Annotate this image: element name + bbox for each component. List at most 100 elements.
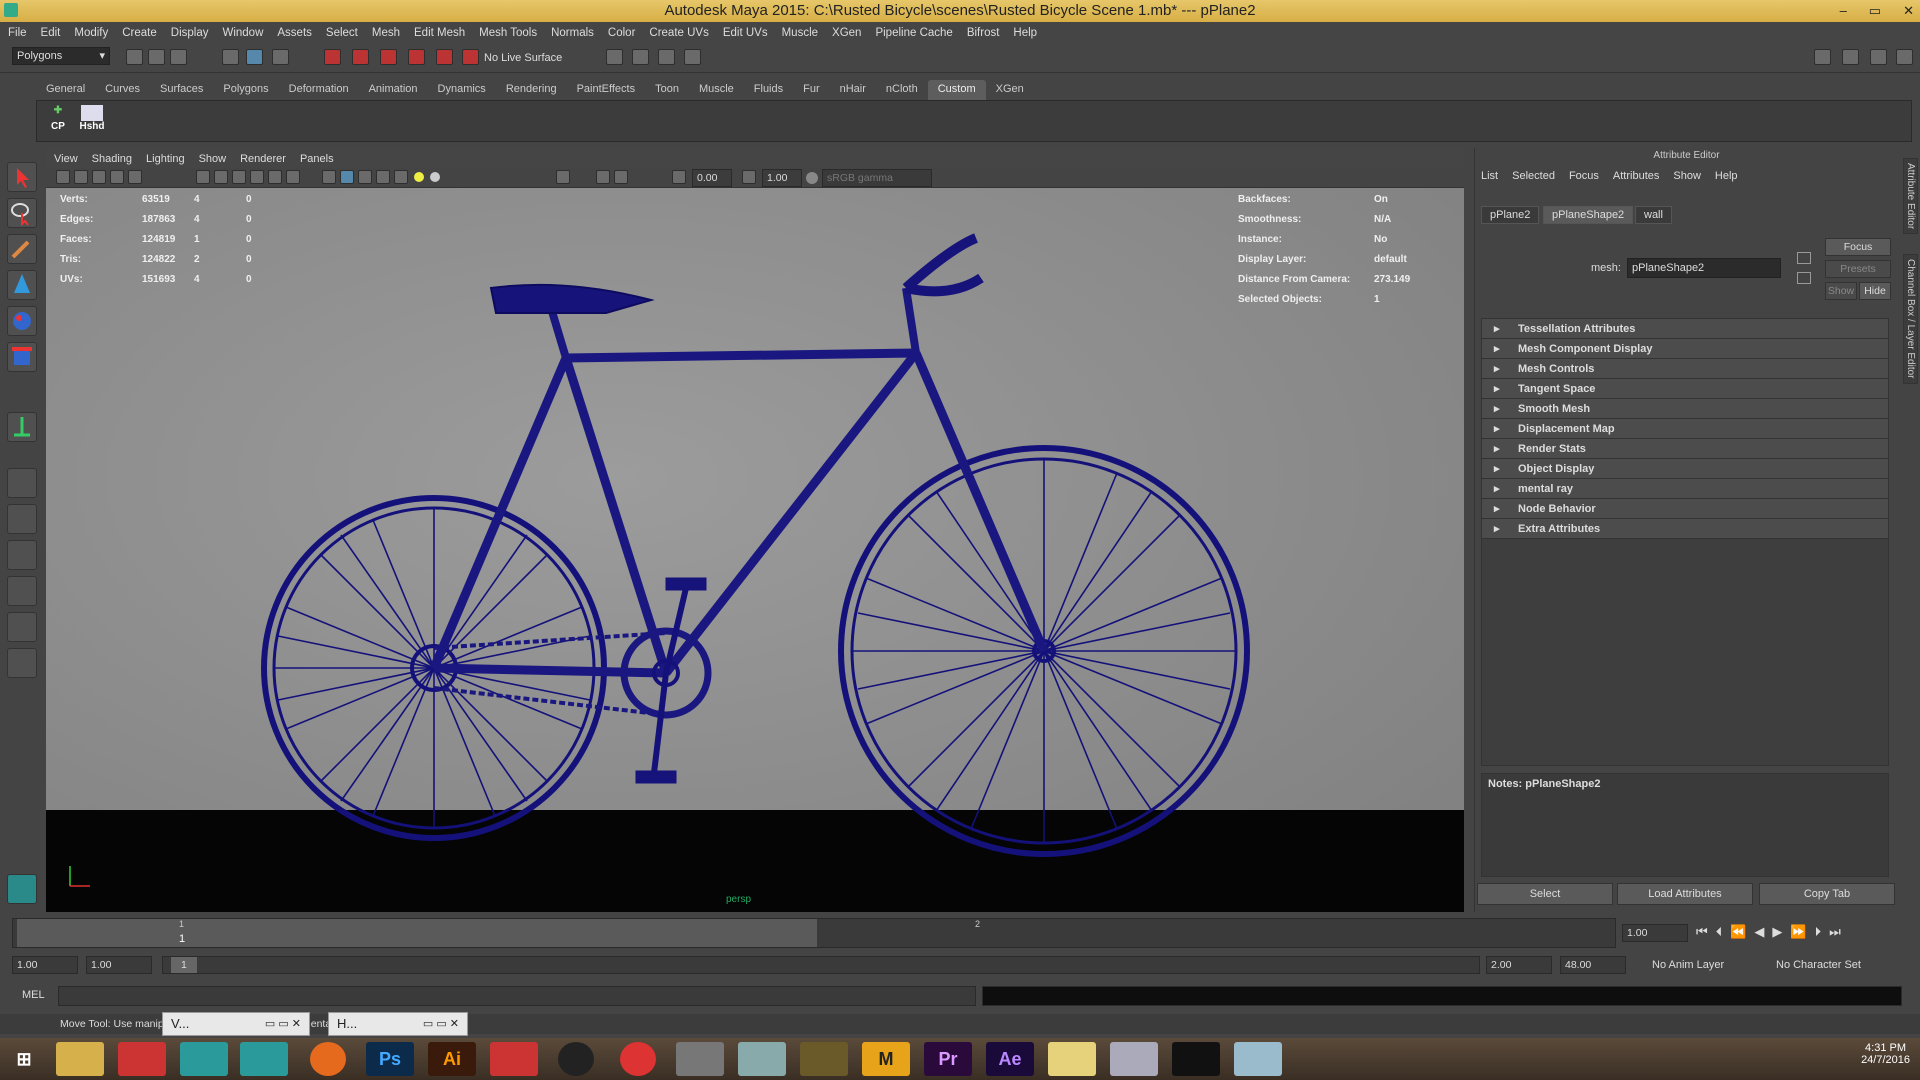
- tab-wall[interactable]: wall: [1635, 206, 1672, 224]
- tab-pplaneshape2[interactable]: pPlaneShape2: [1543, 206, 1634, 224]
- layout-graph-icon[interactable]: [7, 576, 37, 606]
- character-set-dropdown[interactable]: No Character Set: [1776, 959, 1861, 971]
- bicycle-model[interactable]: [46, 188, 1464, 912]
- hide-button[interactable]: Hide: [1859, 282, 1891, 300]
- view-transform-dropdown[interactable]: sRGB gamma: [822, 169, 932, 187]
- paint-select-tool-icon[interactable]: [7, 234, 37, 264]
- autodesk-max-icon[interactable]: [490, 1042, 538, 1076]
- menu-create[interactable]: Create: [122, 27, 157, 39]
- perspective-viewport[interactable]: Verts: 63519 4 0 Edges: 187863 4 0 Faces: 124819 1…: [46, 188, 1464, 912]
- bookmark-icon[interactable]: [92, 170, 106, 184]
- xray-joints-icon[interactable]: [614, 170, 628, 184]
- smooth-shade-icon[interactable]: [340, 170, 354, 184]
- move-tool-icon[interactable]: [7, 270, 37, 300]
- gate-mask-icon[interactable]: [250, 170, 264, 184]
- section-render-stats[interactable]: Render Stats: [1482, 439, 1888, 459]
- snap-view-icon[interactable]: [408, 49, 425, 65]
- menu-pipeline-cache[interactable]: Pipeline Cache: [875, 27, 952, 39]
- channel-box-toggle-icon[interactable]: [1896, 49, 1913, 65]
- menu-bifrost[interactable]: Bifrost: [967, 27, 1000, 39]
- make-live-icon[interactable]: [436, 49, 453, 65]
- layout-outliner-icon[interactable]: [7, 540, 37, 570]
- shelf-tab-nhair[interactable]: nHair: [830, 80, 876, 100]
- preview-close-icon[interactable]: ▭ ▭ ✕: [423, 1013, 459, 1035]
- render-frame-icon[interactable]: [606, 49, 623, 65]
- maya-active-icon[interactable]: [240, 1042, 288, 1076]
- resolution-gate-icon[interactable]: [232, 170, 246, 184]
- viewport-menu-panels[interactable]: Panels: [300, 153, 334, 165]
- menu-edit[interactable]: Edit: [41, 27, 61, 39]
- snap-grid-icon[interactable]: [324, 49, 341, 65]
- taskbar-preview-hypershade[interactable]: H... ▭ ▭ ✕: [328, 1012, 468, 1036]
- shelf-tab-custom[interactable]: Custom: [927, 80, 986, 100]
- hypershade-icon[interactable]: [684, 49, 701, 65]
- attr-menu-focus[interactable]: Focus: [1569, 170, 1599, 182]
- menu-file[interactable]: File: [8, 27, 27, 39]
- folder-icon[interactable]: [1048, 1042, 1096, 1076]
- shelf-item-hshd[interactable]: Hshd: [77, 105, 107, 137]
- twod-pan-icon[interactable]: [128, 170, 142, 184]
- select-hierarchy-icon[interactable]: [222, 49, 239, 65]
- attr-menu-attributes[interactable]: Attributes: [1613, 170, 1659, 182]
- step-forward-key-icon[interactable]: ⏵: [1815, 924, 1822, 940]
- firefox-icon[interactable]: [310, 1042, 346, 1076]
- shelf-tab-fur[interactable]: Fur: [793, 80, 830, 100]
- m-app-icon[interactable]: M: [862, 1042, 910, 1076]
- menu-normals[interactable]: Normals: [551, 27, 594, 39]
- start-time-field[interactable]: 1.00: [12, 956, 78, 974]
- game-app-icon[interactable]: [800, 1042, 848, 1076]
- image-viewer-icon[interactable]: [1110, 1042, 1158, 1076]
- section-object-display[interactable]: Object Display: [1482, 459, 1888, 479]
- gamma-icon[interactable]: [742, 170, 756, 184]
- cmd-icon[interactable]: [1172, 1042, 1220, 1076]
- shelf-tab-dynamics[interactable]: Dynamics: [428, 80, 496, 100]
- ipr-render-icon[interactable]: [632, 49, 649, 65]
- lights-icon[interactable]: [414, 172, 424, 182]
- grid-icon[interactable]: [196, 170, 210, 184]
- layout-single-icon[interactable]: [7, 468, 37, 498]
- after-effects-icon[interactable]: Ae: [986, 1042, 1034, 1076]
- section-tangent-space[interactable]: Tangent Space: [1482, 379, 1888, 399]
- manipulator-tool-icon[interactable]: [7, 412, 37, 442]
- copy-tab-button[interactable]: Copy Tab: [1759, 883, 1895, 905]
- tool-settings-toggle-icon[interactable]: [1870, 49, 1887, 65]
- safe-action-icon[interactable]: [286, 170, 300, 184]
- select-component-icon[interactable]: [272, 49, 289, 65]
- eraser-app-icon[interactable]: [1234, 1042, 1282, 1076]
- shelf-tab-muscle[interactable]: Muscle: [689, 80, 744, 100]
- menu-window[interactable]: Window: [222, 27, 263, 39]
- lasso-tool-icon[interactable]: [7, 198, 37, 228]
- minimize-button[interactable]: –: [1840, 0, 1847, 22]
- viewport-menu-show[interactable]: Show: [199, 153, 227, 165]
- go-to-end-icon[interactable]: ⏭: [1829, 924, 1841, 940]
- menu-help[interactable]: Help: [1013, 27, 1037, 39]
- isolate-select-icon[interactable]: [556, 170, 570, 184]
- play-backward-icon[interactable]: ◀: [1754, 924, 1764, 940]
- shelf-tab-deformation[interactable]: Deformation: [279, 80, 359, 100]
- checker-icon[interactable]: [394, 170, 408, 184]
- snap-curve-icon[interactable]: [352, 49, 369, 65]
- shelf-tab-painteffects[interactable]: PaintEffects: [567, 80, 646, 100]
- tab-attribute-editor[interactable]: Attribute Editor: [1903, 158, 1918, 235]
- camera-icon[interactable]: [56, 170, 70, 184]
- play-forward-icon[interactable]: ▶: [1772, 924, 1782, 940]
- menu-set-dropdown[interactable]: Polygons: [12, 47, 110, 65]
- close-button[interactable]: ✕: [1903, 0, 1914, 22]
- section-displacement-map[interactable]: Displacement Map: [1482, 419, 1888, 439]
- mel-label[interactable]: MEL: [22, 989, 45, 1001]
- section-mesh-controls[interactable]: Mesh Controls: [1482, 359, 1888, 379]
- attr-menu-list[interactable]: List: [1481, 170, 1498, 182]
- shelf-tab-rendering[interactable]: Rendering: [496, 80, 567, 100]
- go-to-start-icon[interactable]: ⏮: [1696, 924, 1708, 940]
- notes-area[interactable]: Notes: pPlaneShape2: [1481, 773, 1889, 877]
- shelf-tab-general[interactable]: General: [36, 80, 95, 100]
- shelf-tab-toon[interactable]: Toon: [645, 80, 689, 100]
- viewport-menu-shading[interactable]: Shading: [92, 153, 132, 165]
- start-button-icon[interactable]: ⊞: [4, 1042, 44, 1076]
- maximize-button[interactable]: ▭: [1869, 0, 1881, 22]
- mesh-name-field[interactable]: pPlaneShape2: [1627, 258, 1781, 278]
- menu-color[interactable]: Color: [608, 27, 635, 39]
- camera-attr-icon[interactable]: [74, 170, 88, 184]
- image-plane-icon[interactable]: [110, 170, 124, 184]
- shelf-tab-fluids[interactable]: Fluids: [744, 80, 793, 100]
